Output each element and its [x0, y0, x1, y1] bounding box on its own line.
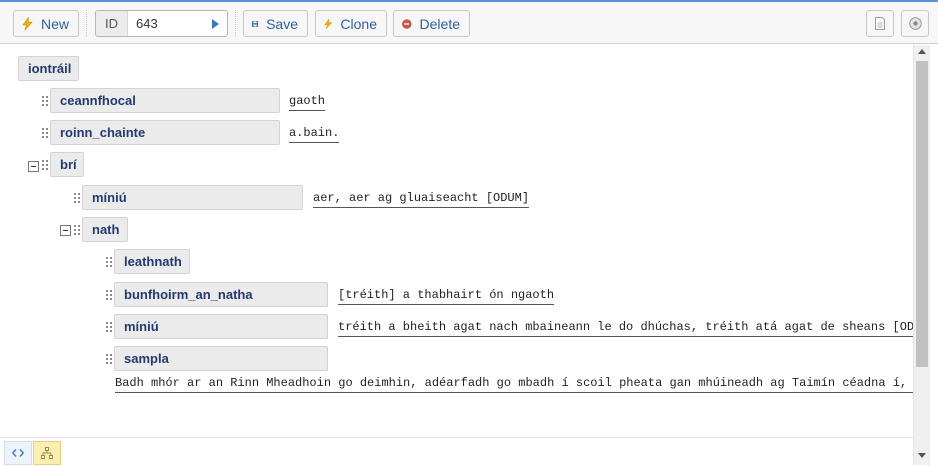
tree-view-button[interactable]	[33, 441, 61, 465]
scroll-down-icon[interactable]	[918, 453, 926, 458]
delete-button-label: Delete	[419, 15, 460, 32]
id-value[interactable]: 643	[136, 11, 158, 36]
node-sampla[interactable]: sampla	[114, 346, 328, 371]
drag-handle-icon[interactable]	[42, 128, 48, 138]
delete-button[interactable]: Delete	[393, 10, 470, 37]
toolbar: New ID 643 Save Clone Delete	[0, 0, 938, 44]
collapse-toggle-icon[interactable]	[28, 161, 39, 172]
drag-handle-icon[interactable]	[106, 354, 112, 364]
settings-button[interactable]	[901, 10, 929, 37]
clone-button[interactable]: Clone	[315, 10, 387, 37]
delete-circle-icon	[402, 18, 412, 29]
drag-handle-icon[interactable]	[106, 322, 112, 332]
node-roinn-chainte[interactable]: roinn_chainte	[50, 120, 280, 145]
drag-handle-icon[interactable]	[74, 225, 80, 235]
toolbar-divider	[86, 10, 87, 37]
id-label: ID	[96, 11, 128, 36]
scroll-up-icon[interactable]	[918, 49, 926, 54]
document-icon	[875, 17, 885, 30]
value-nath-miniu[interactable]: tréith a bheith agat nach mbaineann le d…	[338, 320, 913, 337]
document-button[interactable]	[866, 10, 894, 37]
new-button[interactable]: New	[13, 10, 79, 37]
drag-handle-icon[interactable]	[74, 193, 80, 203]
node-ceannfhocal[interactable]: ceannfhocal	[50, 88, 280, 113]
node-bri[interactable]: brí	[50, 152, 84, 177]
drag-handle-icon[interactable]	[106, 290, 112, 300]
clone-button-label: Clone	[340, 15, 377, 32]
node-iontrail[interactable]: iontráil	[18, 56, 79, 81]
collapse-toggle-icon[interactable]	[60, 225, 71, 236]
save-button[interactable]: Save	[243, 10, 308, 37]
source-view-button[interactable]	[4, 441, 32, 465]
drag-handle-icon[interactable]	[106, 257, 112, 267]
tree-icon	[41, 447, 53, 459]
lightning-icon	[22, 16, 33, 31]
value-ceannfhocal[interactable]: gaoth	[289, 94, 326, 111]
circle-settings-icon	[908, 17, 922, 30]
window-edge	[930, 45, 938, 466]
node-nath[interactable]: nath	[82, 217, 128, 242]
value-bunfhoirm-an-natha[interactable]: [tréith] a thabhairt ón ngaoth	[338, 288, 555, 305]
new-button-label: New	[40, 15, 69, 32]
floppy-disk-icon	[252, 20, 259, 27]
save-button-label: Save	[266, 15, 298, 32]
id-field[interactable]: ID 643	[95, 10, 228, 37]
node-bunfhoirm-an-natha[interactable]: bunfhoirm_an_natha	[114, 282, 328, 307]
go-arrow-icon[interactable]	[212, 19, 219, 29]
value-miniu[interactable]: aer, aer ag gluaiseacht [ODUM]	[313, 191, 530, 208]
vertical-scrollbar[interactable]	[913, 45, 930, 465]
view-switcher-bar	[0, 437, 913, 466]
scrollbar-thumb[interactable]	[916, 61, 928, 367]
drag-handle-icon[interactable]	[42, 96, 48, 106]
xml-tree-editor: iontráil ceannfhocal gaoth roinn_chainte…	[0, 45, 913, 437]
node-leathnath[interactable]: leathnath	[114, 249, 190, 274]
node-nath-miniu[interactable]: míniú	[114, 314, 328, 339]
node-miniu[interactable]: míniú	[82, 185, 303, 210]
drag-handle-icon[interactable]	[42, 160, 48, 170]
value-sampla[interactable]: Badh mhór ar an Rinn Mheadhoin go deimhi…	[115, 376, 913, 393]
code-icon	[12, 449, 24, 457]
value-roinn-chainte[interactable]: a.bain.	[289, 126, 340, 143]
toolbar-divider	[235, 10, 236, 37]
lightning-icon	[324, 17, 333, 29]
